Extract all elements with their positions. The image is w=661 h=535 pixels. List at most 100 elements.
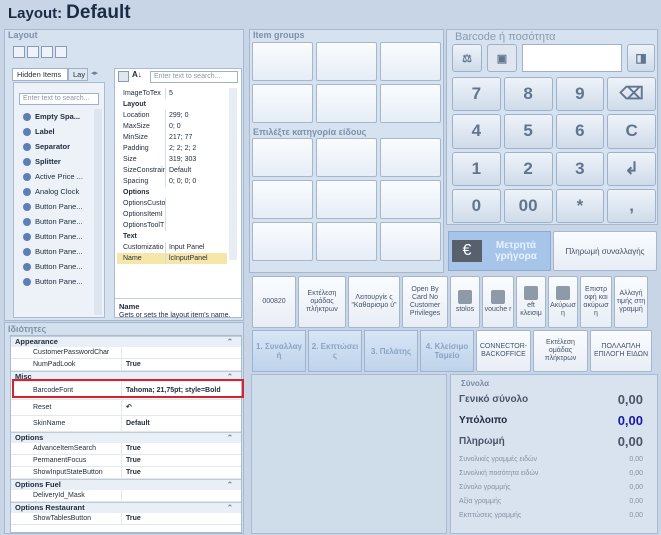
property-row[interactable]: SkinName Default	[11, 416, 241, 432]
property-row[interactable]: ShowInputStateButton True	[11, 467, 241, 479]
mini-property-row[interactable]: Size 319; 303	[117, 154, 227, 165]
item-group-button[interactable]	[252, 222, 313, 261]
hidden-item[interactable]: Active Price ...	[17, 169, 93, 184]
mini-property-row[interactable]: Spacing 0; 0; 0; 0	[117, 176, 227, 187]
property-value[interactable]: True	[121, 513, 241, 524]
item-group-button[interactable]	[380, 84, 441, 123]
property-row[interactable]: Reset ↶	[11, 400, 241, 416]
keypad-key[interactable]: 3	[555, 151, 605, 186]
mini-properties-search[interactable]: Enter text to search...	[150, 71, 238, 83]
keypad-key[interactable]: *	[555, 188, 605, 223]
eraser-icon[interactable]: ◨	[627, 44, 655, 72]
hidden-items-scrollbar[interactable]	[94, 109, 102, 315]
pay-button[interactable]: Πληρωμή συναλλαγής	[553, 231, 657, 271]
hidden-item[interactable]: Splitter	[17, 154, 93, 169]
tab-layout-tree[interactable]: Lay	[68, 68, 88, 81]
undo-icon[interactable]	[41, 46, 53, 58]
mini-property-row[interactable]: OptionsCusto	[117, 198, 227, 209]
item-group-button[interactable]	[380, 42, 441, 81]
property-row[interactable]: ShowTablesButton True	[11, 513, 241, 525]
item-group-button[interactable]	[316, 180, 377, 219]
keypad-key[interactable]: 8	[503, 77, 553, 112]
hidden-item[interactable]: Button Pane...	[17, 259, 93, 274]
hidden-item[interactable]: Button Pane...	[17, 244, 93, 259]
collapse-icon[interactable]: ⌃	[227, 480, 233, 490]
property-value[interactable]: True	[121, 443, 241, 454]
function-button[interactable]: Αλλαγή τιμής στη γραμμή	[614, 276, 648, 328]
keypad-key[interactable]: 5	[503, 114, 553, 149]
hidden-item[interactable]: Empty Spa...	[17, 109, 93, 124]
tab-hidden-items[interactable]: Hidden Items	[12, 68, 68, 81]
property-group-header[interactable]: Options ⌃	[11, 432, 241, 443]
property-value[interactable]: Default	[121, 416, 241, 431]
hidden-item[interactable]: Button Pane...	[17, 274, 93, 289]
hidden-items-search[interactable]: Enter text to search...	[19, 93, 99, 105]
sort-az-icon[interactable]: A↓	[132, 70, 142, 79]
property-value[interactable]: True	[121, 359, 241, 370]
keypad-key[interactable]: ⌫	[607, 77, 656, 112]
property-value[interactable]	[121, 490, 241, 501]
keypad-key[interactable]: 00	[503, 188, 553, 223]
item-group-button[interactable]	[380, 138, 441, 177]
tab-scroll-arrows[interactable]: ◂▸	[91, 69, 98, 77]
keypad-key[interactable]: 4	[452, 114, 501, 149]
save-icon[interactable]	[27, 46, 39, 58]
item-group-button[interactable]	[316, 222, 377, 261]
item-group-button[interactable]	[252, 84, 313, 123]
mini-property-row[interactable]: Customizatio Input Panel	[117, 242, 227, 253]
disabled-input-icon[interactable]: ▣	[487, 44, 517, 72]
keypad-key[interactable]: 9	[555, 77, 605, 112]
collapse-icon[interactable]: ⌃	[227, 503, 233, 513]
hidden-item[interactable]: Button Pane...	[17, 214, 93, 229]
item-group-button[interactable]	[316, 84, 377, 123]
barcode-input[interactable]	[522, 44, 622, 72]
keypad-key[interactable]: 2	[503, 151, 553, 186]
redo-icon[interactable]	[55, 46, 67, 58]
property-row[interactable]: NumPadLook True	[11, 359, 241, 371]
open-icon[interactable]	[13, 46, 25, 58]
function-button[interactable]: eft κλεισιμ	[516, 276, 546, 328]
item-group-button[interactable]	[316, 138, 377, 177]
hidden-item[interactable]: Analog Clock	[17, 184, 93, 199]
tab-button[interactable]: 2. Εκπτώσει ς	[308, 330, 362, 372]
keypad-key[interactable]: 6	[555, 114, 605, 149]
mini-property-row[interactable]: MinSize 217; 77	[117, 132, 227, 143]
keypad-key[interactable]: 7	[452, 77, 501, 112]
function-button[interactable]: Ακύρωσ η	[548, 276, 578, 328]
cash-button[interactable]: € Μετρητά γρήγορα	[448, 231, 551, 271]
property-row[interactable]: AdvanceItemSearch True	[11, 443, 241, 455]
scale-icon[interactable]: ⚖	[452, 44, 482, 72]
mini-property-row[interactable]: ImageToTex 5	[117, 88, 227, 99]
hidden-item[interactable]: Label	[17, 124, 93, 139]
function-button[interactable]: Εκτέλεση ομάδας πλήκτρων	[298, 276, 346, 328]
function-button[interactable]: Λειτουργίε ς "Καθαρισμο ύ"	[348, 276, 400, 328]
function-button[interactable]: stolos	[450, 276, 480, 328]
keypad-key[interactable]: 1	[452, 151, 501, 186]
mini-properties-scrollbar[interactable]	[229, 88, 237, 260]
tab-button[interactable]: 1. Συναλλαγ ή	[252, 330, 306, 372]
mini-property-row[interactable]: SizeConstrain Default	[117, 165, 227, 176]
item-group-button[interactable]	[252, 42, 313, 81]
tab-button[interactable]: 4. Κλείσιμο Ταμείο	[420, 330, 474, 372]
property-group-header[interactable]: Appearance ⌃	[11, 336, 241, 347]
hidden-item[interactable]: Separator	[17, 139, 93, 154]
keypad-key[interactable]: ,	[607, 188, 656, 223]
mini-property-row[interactable]: Padding 2; 2; 2; 2	[117, 143, 227, 154]
property-row[interactable]: CustomerPasswordChar	[11, 347, 241, 359]
keypad-key[interactable]: 0	[452, 188, 501, 223]
mini-property-row[interactable]: Layout	[117, 99, 227, 110]
keypad-key[interactable]: C	[607, 114, 656, 149]
item-group-button[interactable]	[252, 138, 313, 177]
property-value[interactable]: True	[121, 455, 241, 466]
function-button[interactable]: vouche r	[482, 276, 514, 328]
mini-property-row[interactable]: MaxSize 0; 0	[117, 121, 227, 132]
mini-property-row[interactable]: OptionsToolT	[117, 220, 227, 231]
property-group-header[interactable]: Options Restaurant ⌃	[11, 502, 241, 513]
property-value[interactable]: True	[121, 467, 241, 478]
tab-button[interactable]: Εκτέλεση ομάδας πλήκτρων	[533, 330, 588, 372]
categorized-icon[interactable]	[118, 71, 129, 82]
property-row[interactable]: PermanentFocus True	[11, 455, 241, 467]
hidden-item[interactable]: Button Pane...	[17, 199, 93, 214]
function-button[interactable]: 000820	[252, 276, 296, 328]
hidden-item[interactable]: Button Pane...	[17, 229, 93, 244]
